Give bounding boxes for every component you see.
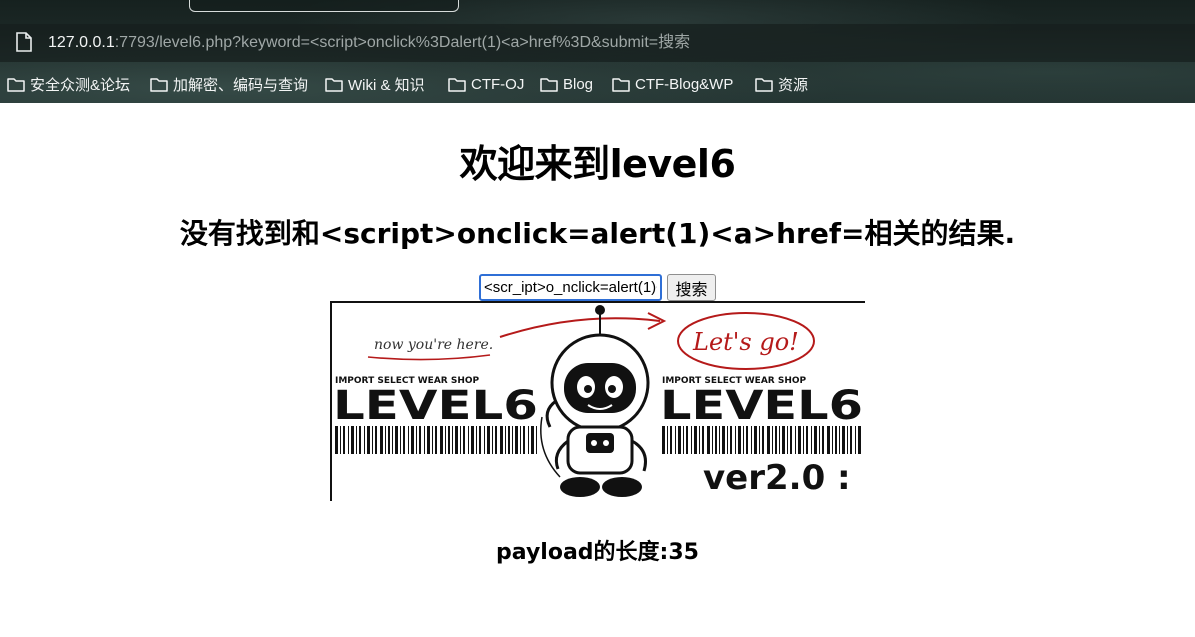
bookmark-crypto-encoding[interactable]: 加解密、编码与查询 <box>150 70 308 98</box>
bookmarks-bar: 安全众测&论坛 加解密、编码与查询 Wiki & 知识 CTF-OJ Blog … <box>0 70 1195 98</box>
bookmark-ctf-oj[interactable]: CTF-OJ <box>448 70 524 98</box>
folder-icon <box>150 78 168 92</box>
payload-length-text: payload的长度:35 <box>496 540 699 565</box>
bookmark-label: 加解密、编码与查询 <box>173 76 309 94</box>
folder-icon <box>7 78 25 92</box>
bookmark-security-forums[interactable]: 安全众测&论坛 <box>7 70 130 98</box>
bookmark-wiki[interactable]: Wiki & 知识 <box>325 70 425 98</box>
folder-icon <box>612 78 630 92</box>
search-input[interactable] <box>479 274 662 301</box>
bookmark-ctf-blog-wp[interactable]: CTF-Blog&WP <box>612 70 733 98</box>
bookmark-resources[interactable]: 资源 <box>755 70 808 98</box>
tab-strip-box <box>189 0 459 12</box>
browser-chrome: 127.0.0.1:7793/level6.php?keyword=<scrip… <box>0 0 1195 103</box>
address-bar[interactable]: 127.0.0.1:7793/level6.php?keyword=<scrip… <box>0 24 1195 62</box>
bookmark-label: Blog <box>563 75 594 93</box>
url-text[interactable]: 127.0.0.1:7793/level6.php?keyword=<scrip… <box>48 33 690 53</box>
search-button[interactable]: 搜索 <box>667 274 716 301</box>
bookmark-label: 资源 <box>778 76 809 94</box>
page-icon <box>16 32 32 52</box>
page-title: 欢迎来到level6 <box>459 142 736 186</box>
bookmark-label: CTF-OJ <box>471 75 525 93</box>
annotation-lets-go: Let's go! <box>692 328 799 356</box>
version-text: ver2.0 : <box>703 458 851 498</box>
bookmark-label: CTF-Blog&WP <box>635 75 734 93</box>
url-path: :7793/level6.php?keyword=<script>onclick… <box>114 34 691 51</box>
bookmark-blog[interactable]: Blog <box>540 70 593 98</box>
folder-icon <box>448 78 466 92</box>
annotation-now-youre-here: now you're here. <box>374 337 493 353</box>
level-text-right: LEVEL6 <box>660 383 863 429</box>
folder-icon <box>755 78 773 92</box>
bookmark-label: Wiki & 知识 <box>348 76 425 94</box>
bookmark-label: 安全众测&论坛 <box>30 76 131 94</box>
url-host: 127.0.0.1 <box>48 34 115 51</box>
folder-icon <box>325 78 343 92</box>
level6-banner-image: now you're here. Let's go! IMPORT SELECT… <box>330 301 865 501</box>
level-text-left: LEVEL6 <box>333 383 538 429</box>
search-result-message: 没有找到和<script>onclick=alert(1)<a>href=相关的… <box>179 217 1016 250</box>
folder-icon <box>540 78 558 92</box>
